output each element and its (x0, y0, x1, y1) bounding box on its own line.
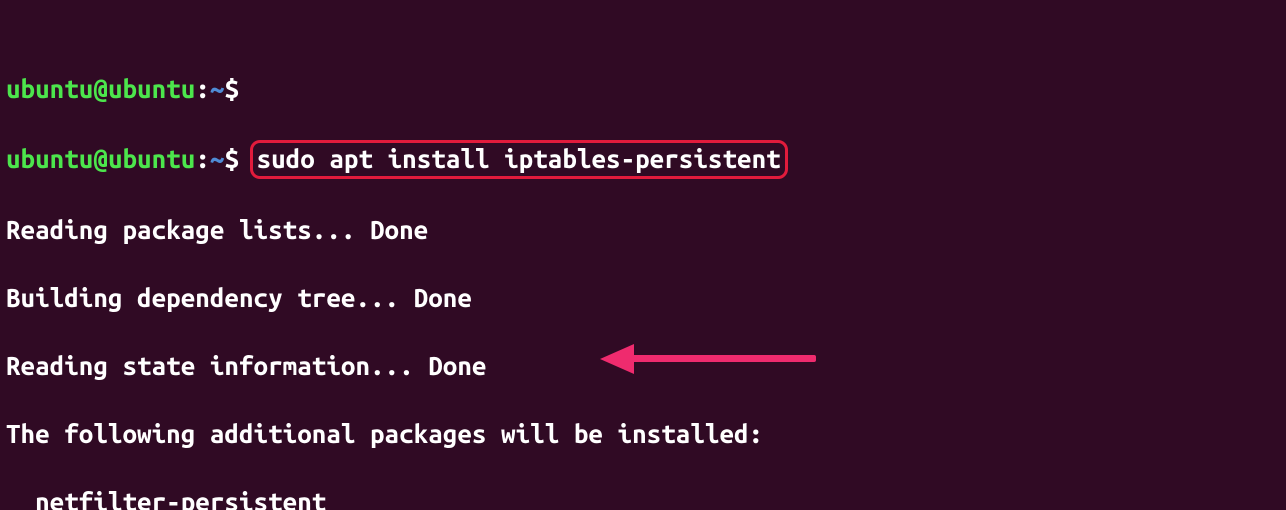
output-line: netfilter-persistent (6, 485, 1280, 510)
prompt-user: ubuntu (6, 144, 93, 173)
prompt-line-cmd: ubuntu@ubuntu:~$ sudo apt install iptabl… (6, 140, 1280, 179)
prompt-dollar: $ (224, 144, 239, 173)
prompt-at: @ (93, 74, 108, 103)
prompt-at: @ (93, 144, 108, 173)
prompt-colon: : (195, 144, 210, 173)
prompt-user: ubuntu (6, 74, 93, 103)
terminal-window[interactable]: ubuntu@ubuntu:~$ ubuntu@ubuntu:~$ sudo a… (0, 0, 1286, 510)
prompt-host: ubuntu (108, 144, 195, 173)
prompt-colon: : (195, 74, 210, 103)
output-line: Reading state information... Done (6, 349, 1280, 383)
prompt-host: ubuntu (108, 74, 195, 103)
output-line: Reading package lists... Done (6, 213, 1280, 247)
command-highlight-box: sudo apt install iptables-persistent (250, 140, 788, 179)
prompt-dollar: $ (224, 74, 239, 103)
output-line: Building dependency tree... Done (6, 281, 1280, 315)
prompt-path: ~ (210, 74, 225, 103)
command-text: sudo apt install iptables-persistent (257, 144, 781, 173)
prompt-line-empty: ubuntu@ubuntu:~$ (6, 72, 1280, 106)
prompt-path: ~ (210, 144, 225, 173)
output-line: The following additional packages will b… (6, 417, 1280, 451)
